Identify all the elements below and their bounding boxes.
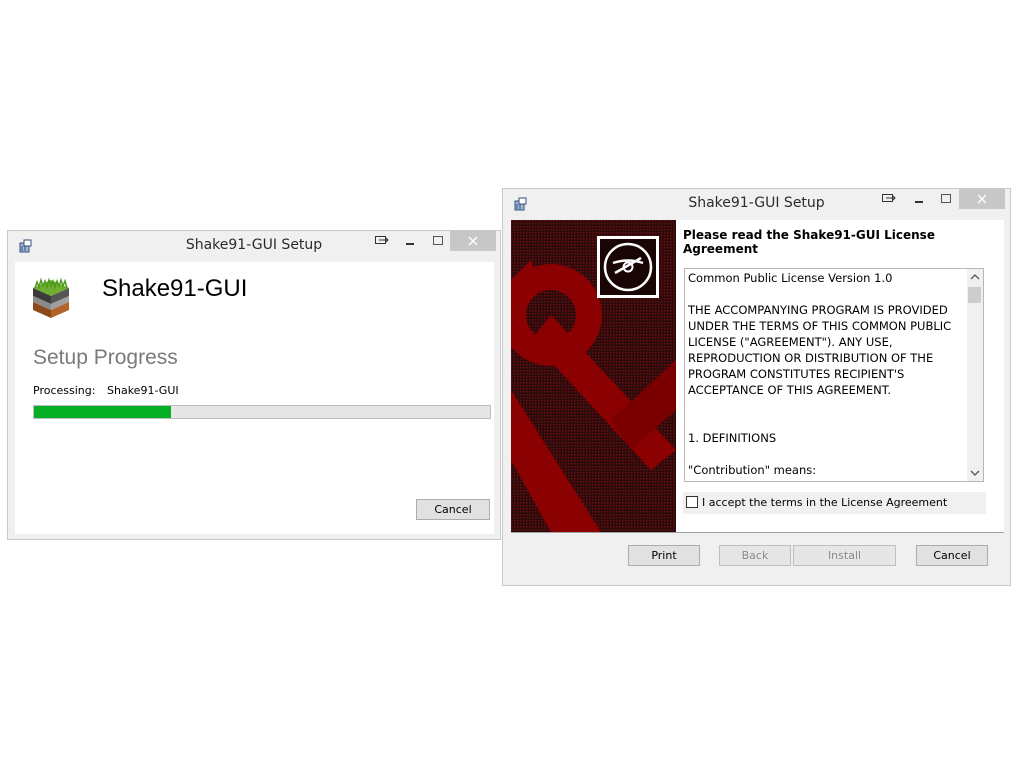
chevron-down-icon[interactable] xyxy=(970,470,980,477)
chevron-up-icon[interactable] xyxy=(970,273,980,280)
soil-layers-icon xyxy=(33,277,69,318)
title-bar[interactable]: Shake91-GUI Setup xyxy=(8,231,500,261)
dialog-banner xyxy=(511,220,676,532)
product-name: Shake91-GUI xyxy=(102,275,248,302)
license-text: Common Public License Version 1.0 THE AC… xyxy=(688,271,952,477)
maximize-icon[interactable] xyxy=(932,189,960,209)
cancel-button[interactable]: Cancel xyxy=(416,499,490,520)
install-button[interactable]: Install xyxy=(793,545,896,566)
minimize-icon[interactable] xyxy=(905,189,933,209)
disc-icon xyxy=(597,236,659,298)
page-title: Setup Progress xyxy=(33,346,178,369)
license-panel: Please read the Shake91-GUI License Agre… xyxy=(676,220,1004,532)
close-icon[interactable] xyxy=(450,231,496,251)
scrollbar-thumb[interactable] xyxy=(968,287,981,303)
accept-terms-label[interactable]: I accept the terms in the License Agreem… xyxy=(702,496,947,509)
processing-value: Shake91-GUI xyxy=(107,384,179,397)
progress-fill xyxy=(34,406,171,418)
license-textbox[interactable]: Common Public License Version 1.0 THE AC… xyxy=(684,268,984,482)
license-agreement-window: Shake91-GUI Setup Please read the Shake9… xyxy=(502,188,1011,586)
processing-label: Processing: xyxy=(33,384,96,397)
restore-icon[interactable] xyxy=(875,189,903,209)
vertical-scrollbar[interactable] xyxy=(967,269,983,481)
maximize-icon[interactable] xyxy=(424,231,452,251)
title-bar[interactable]: Shake91-GUI Setup xyxy=(503,189,1010,219)
license-heading: Please read the Shake91-GUI License Agre… xyxy=(683,228,935,256)
setup-progress-window: Shake91-GUI Setup Shake91-GUI Setup Prog… xyxy=(7,230,501,540)
minimize-icon[interactable] xyxy=(396,231,424,251)
divider xyxy=(511,532,1004,533)
progress-panel: Shake91-GUI Setup Progress Processing: S… xyxy=(15,262,494,534)
accept-terms-row[interactable]: I accept the terms in the License Agreem… xyxy=(683,492,986,514)
accept-terms-checkbox[interactable] xyxy=(686,496,698,508)
print-button[interactable]: Print xyxy=(628,545,700,566)
progress-bar xyxy=(33,405,491,419)
back-button[interactable]: Back xyxy=(719,545,791,566)
restore-icon[interactable] xyxy=(368,231,396,251)
cancel-button[interactable]: Cancel xyxy=(916,545,988,566)
close-icon[interactable] xyxy=(959,189,1005,209)
